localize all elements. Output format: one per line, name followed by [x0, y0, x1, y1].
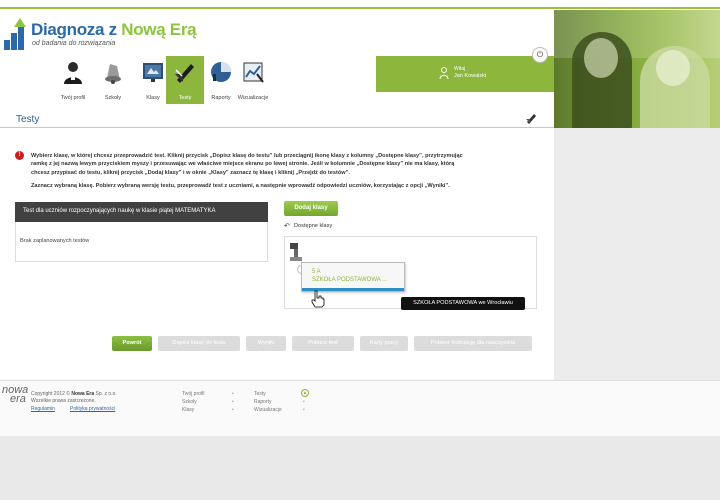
visualization-icon	[243, 62, 264, 83]
action-bar: Powrót Dopisz klasę do testu Wyniki Pobi…	[0, 336, 720, 351]
test-pen-small-icon	[526, 114, 536, 124]
footer-copyright: Copyright 2012 © Nowa Era Sp. z o.o. Wsz…	[31, 391, 117, 404]
page-title: Testy	[16, 114, 40, 125]
school-bell-icon	[105, 64, 121, 84]
app-window: Diagnoza z Nową Erą od badania do rozwią…	[0, 0, 720, 500]
top-strip	[0, 0, 720, 9]
user-name[interactable]: Jan Kowalski	[454, 73, 486, 79]
nav-item-schools[interactable]: Szkoły	[94, 56, 132, 104]
instructions-text: Wybierz klasę, w której chcesz przeprowa…	[31, 152, 543, 177]
brand-title: Diagnoza z Nową Erą	[31, 20, 197, 39]
school-tooltip: SZKOŁA PODSTAWOWA we Wrocławiu	[401, 297, 525, 310]
user-icon	[64, 62, 82, 84]
teacher-instructions-button[interactable]: Pobierz instrukcję dla nauczyciela	[414, 336, 532, 351]
instructions-text-2: Zaznacz wybraną klasę. Pobierz wybraną w…	[31, 183, 450, 189]
assign-class-button[interactable]: Dopisz klasę do testu	[158, 336, 240, 351]
download-test-button[interactable]: Pobierz test	[292, 336, 354, 351]
instruction-line: Wybierz klasę, w której chcesz przeprowa…	[31, 153, 463, 159]
report-chart-icon	[211, 62, 231, 82]
footer-nav-schools[interactable]: Szkoły	[182, 399, 197, 405]
bottom-background	[0, 436, 720, 500]
footer-logo: nowa era	[2, 385, 28, 412]
footer-logo-bottom: era	[10, 393, 26, 405]
refresh-arrow-icon: ↶	[284, 223, 290, 230]
class-card[interactable]: 5 A SZKOŁA PODSTAWOWA ...	[301, 262, 405, 292]
alert-icon: !	[15, 151, 24, 160]
instruction-line: ramkę z jej nazwą lewym przyciskiem mysz…	[31, 161, 455, 168]
nav-item-tests[interactable]: Testy	[166, 56, 204, 104]
add-classes-button[interactable]: Dodaj klasy	[284, 201, 338, 216]
test-empty-text: Brak zaplanowanych testów	[20, 238, 90, 244]
footer-rights: Wszelkie prawa zastrzeżone.	[31, 398, 96, 404]
footer-nav-profile[interactable]: Twój profil	[182, 391, 205, 397]
footer-link-rules[interactable]: Regulamin	[31, 406, 55, 412]
nav-item-profile[interactable]: Twój profil	[54, 56, 92, 104]
footer-nav-tests[interactable]: Testy	[254, 391, 266, 397]
scroll-top-icon[interactable]: ▲	[301, 389, 309, 397]
logo-arrow-icon	[14, 18, 26, 27]
nav-label: Wizualizacje	[237, 95, 269, 101]
nav-label: Szkoły	[104, 95, 122, 101]
drag-class-icon[interactable]	[288, 241, 304, 263]
work-sheets-button[interactable]: Karty pracy	[360, 336, 408, 351]
test-pen-icon	[175, 64, 194, 83]
class-card-name: 5 A	[312, 269, 321, 275]
page-title-bar: Testy	[0, 106, 554, 128]
hero-photo	[554, 10, 720, 128]
class-card-school: SZKOŁA PODSTAWOWA ...	[312, 277, 388, 283]
brand-logo[interactable]: Diagnoza z Nową Erą od badania do rozwią…	[4, 18, 204, 52]
logo-bars-icon	[4, 24, 28, 50]
user-bar: Witaj Jan Kowalski	[376, 56, 554, 92]
nav-item-visualizations[interactable]: Wizualizacje	[234, 56, 272, 104]
brand-subtitle: od badania do rozwiązania	[32, 40, 116, 47]
instruction-line: chcesz przypisać do testu, kliknij przyc…	[31, 169, 350, 176]
footer-nav-reports[interactable]: Raporty	[254, 399, 272, 405]
back-button[interactable]: Powrót	[112, 336, 152, 351]
user-greeting: Witaj	[454, 66, 466, 72]
test-panel-header: Test dla uczniów rozpoczynających naukę …	[15, 202, 268, 222]
logout-power-icon[interactable]: ⏻	[532, 47, 548, 63]
nav-label: Twój profil	[60, 95, 86, 101]
footer-link-privacy[interactable]: Polityka prywatności	[70, 406, 115, 412]
results-button[interactable]: Wyniki	[246, 336, 286, 351]
footer-nav-classes[interactable]: Klasy	[182, 407, 194, 413]
hand-cursor-icon	[311, 290, 325, 308]
footer-nav-visualizations[interactable]: Wizualizacje	[254, 407, 282, 413]
available-classes-label: Dostępne klasy	[294, 223, 333, 229]
user-avatar-icon	[439, 67, 449, 79]
nav-label: Testy	[178, 95, 192, 101]
classroom-icon	[143, 63, 163, 82]
